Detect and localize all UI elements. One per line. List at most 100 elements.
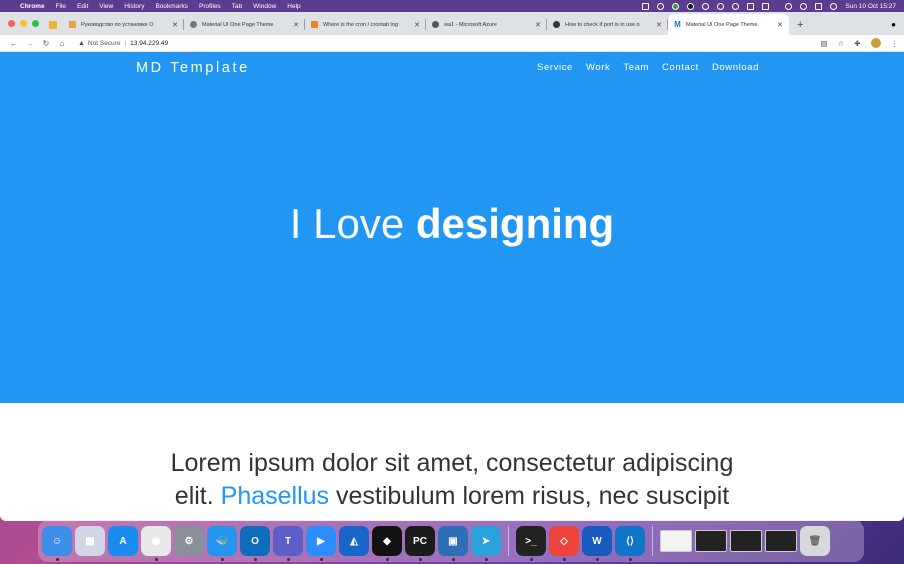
nav-service[interactable]: Service <box>537 62 573 73</box>
tab-2[interactable]: Where is the cron / crontab log ✕ <box>305 14 426 35</box>
minimized-window-thumb[interactable] <box>765 530 797 552</box>
url-text[interactable]: 13.94.229.49 <box>130 40 168 47</box>
outlook-icon[interactable]: O <box>240 526 270 561</box>
status-app-icon[interactable] <box>642 2 650 10</box>
tidal-icon[interactable]: ◆ <box>372 526 402 561</box>
close-window-button[interactable] <box>8 20 15 27</box>
reload-icon[interactable]: ↻ <box>38 39 54 48</box>
tab-3[interactable]: wa1 - Microsoft Azure ✕ <box>426 14 547 35</box>
tab-5-active[interactable]: M Material UI One Page Theme ✕ <box>668 14 789 35</box>
intro-line-2-end: vestibulum lorem risus, nec suscipit <box>329 482 730 510</box>
menu-kebab-icon[interactable]: ⋮ <box>891 39 899 48</box>
close-icon[interactable]: ✕ <box>656 21 662 29</box>
status-app-icon[interactable] <box>747 2 755 10</box>
hero-headline: I Love designing <box>0 200 904 248</box>
site-brand[interactable]: MD Template <box>136 60 250 76</box>
running-indicator <box>451 558 455 561</box>
minimize-window-button[interactable] <box>20 20 27 27</box>
minimized-window-thumb[interactable] <box>660 530 692 552</box>
menu-tab[interactable]: Tab <box>232 3 242 10</box>
pycharm-icon[interactable]: PC <box>405 526 435 561</box>
minimized-window-thumb[interactable] <box>695 530 727 552</box>
menu-edit[interactable]: Edit <box>77 3 88 10</box>
nav-work[interactable]: Work <box>586 62 610 73</box>
home-icon[interactable]: ⌂ <box>54 39 70 48</box>
menu-window[interactable]: Window <box>253 3 276 10</box>
menu-help[interactable]: Help <box>287 3 300 10</box>
menu-profiles[interactable]: Profiles <box>199 3 221 10</box>
minimized-window-thumb[interactable] <box>730 530 762 552</box>
vscode-icon[interactable]: ⟨⟩ <box>615 526 645 561</box>
menu-view[interactable]: View <box>99 3 113 10</box>
system-preferences-icon[interactable]: ⚙ <box>174 526 204 556</box>
status-app-icon[interactable] <box>672 2 680 10</box>
zoom-icon[interactable]: ▶ <box>306 526 336 561</box>
address-bar[interactable]: ▲ Not Secure | 13.94.229.49 <box>78 40 168 47</box>
running-indicator <box>418 558 422 561</box>
tab-1[interactable]: Material UI One Page Theme ✕ <box>184 14 305 35</box>
status-app-icon[interactable] <box>687 2 695 10</box>
warning-icon[interactable]: ▲ <box>78 40 85 47</box>
status-icons: Sun 10 Oct 15:27 <box>642 2 896 10</box>
status-app-icon[interactable] <box>732 2 740 10</box>
bookmark-star-icon[interactable]: ☆ <box>837 39 844 48</box>
status-app-icon[interactable] <box>657 2 665 10</box>
page-viewport: MD Template Service Work Team Contact Do… <box>0 52 904 521</box>
menu-app-chrome[interactable]: Chrome <box>20 3 45 10</box>
control-center-icon[interactable] <box>815 2 823 10</box>
telegram-icon[interactable]: ➤ <box>471 526 501 561</box>
extensions-icon[interactable]: ✚ <box>854 39 860 48</box>
tab-0[interactable]: Руководство по установке O ✕ <box>63 14 184 35</box>
zoom-window-button[interactable] <box>32 20 39 27</box>
favicon-icon <box>69 21 76 28</box>
dock-apps: ☺ ▦ A ◉ ⚙ 🐳 O T ▶ ◭ ◆ PC ▣ ➤ <box>42 526 501 561</box>
chrome-icon[interactable]: ◉ <box>141 526 171 561</box>
launchpad-icon[interactable]: ▦ <box>75 526 105 556</box>
menu-history[interactable]: History <box>124 3 144 10</box>
wireshark-icon[interactable]: ◭ <box>339 526 369 556</box>
word-icon[interactable]: W <box>582 526 612 561</box>
close-icon[interactable]: ✕ <box>172 21 178 29</box>
dock-divider <box>652 526 653 556</box>
status-app-icon[interactable] <box>702 2 710 10</box>
nav-contact[interactable]: Contact <box>662 62 699 73</box>
hero-section: MD Template Service Work Team Contact Do… <box>0 52 904 403</box>
docker-icon[interactable]: 🐳 <box>207 526 237 561</box>
new-tab-button[interactable]: + <box>797 14 803 35</box>
trash-icon[interactable]: 🗑 <box>800 526 830 556</box>
tab-search-icon[interactable]: ● <box>891 14 896 35</box>
nav-team[interactable]: Team <box>623 62 649 73</box>
siri-icon[interactable] <box>830 2 838 10</box>
close-icon[interactable]: ✕ <box>293 21 299 29</box>
virtualbox-icon[interactable]: ▣ <box>438 526 468 561</box>
nav-download[interactable]: Download <box>712 62 759 73</box>
translate-icon[interactable]: ▤ <box>820 39 827 48</box>
anydesk-icon[interactable]: ◇ <box>549 526 579 561</box>
close-icon[interactable]: ✕ <box>535 21 541 29</box>
close-icon[interactable]: ✕ <box>777 21 783 29</box>
user-icon[interactable] <box>785 2 793 10</box>
menu-bookmarks[interactable]: Bookmarks <box>155 3 188 10</box>
menu-file[interactable]: File <box>56 3 66 10</box>
profile-avatar[interactable] <box>870 38 881 48</box>
app-store-icon[interactable]: A <box>108 526 138 556</box>
tab-group-icon[interactable] <box>49 21 57 29</box>
running-indicator <box>562 558 566 561</box>
close-icon[interactable]: ✕ <box>414 21 420 29</box>
running-indicator <box>286 558 290 561</box>
forward-icon[interactable]: → <box>22 39 38 48</box>
search-icon[interactable] <box>800 2 808 10</box>
tab-4[interactable]: How to check if port is in use o ✕ <box>547 14 668 35</box>
battery-icon[interactable] <box>762 2 770 10</box>
terminal-icon[interactable]: >_ <box>516 526 546 561</box>
tab-title: Руководство по установке O <box>81 21 154 28</box>
finder-icon[interactable]: ☺ <box>42 526 72 561</box>
status-app-icon[interactable] <box>717 2 725 10</box>
window-controls <box>4 12 49 35</box>
security-label[interactable]: Not Secure <box>88 40 121 47</box>
teams-icon[interactable]: T <box>273 526 303 561</box>
running-indicator <box>154 558 158 561</box>
clock[interactable]: Sun 10 Oct 15:27 <box>845 3 896 10</box>
back-icon[interactable]: ← <box>6 39 22 48</box>
macos-menu-bar: Chrome File Edit View History Bookmarks … <box>0 0 904 12</box>
